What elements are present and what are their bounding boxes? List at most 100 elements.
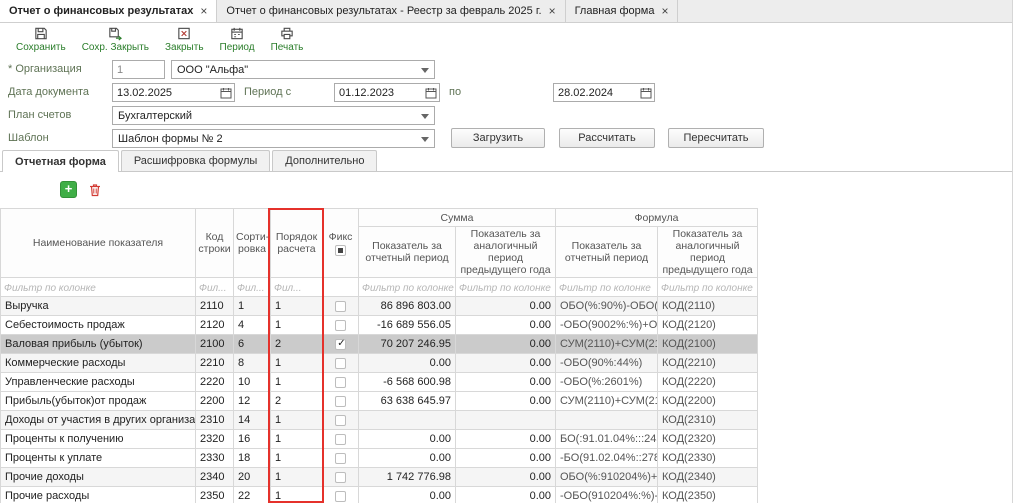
cell-f2[interactable]: КОД(2340): [658, 468, 758, 487]
cell-sort[interactable]: 14: [234, 411, 271, 430]
cell-fix[interactable]: [323, 411, 359, 430]
cell-name[interactable]: Себестоимость продаж: [1, 316, 196, 335]
fix-checkbox[interactable]: [335, 377, 346, 388]
cell-f2[interactable]: КОД(2110): [658, 297, 758, 316]
cell-sum2[interactable]: 0.00: [456, 430, 556, 449]
cell-name[interactable]: Выручка: [1, 297, 196, 316]
window-tab-registry[interactable]: Отчет о финансовых результатах - Реестр …: [217, 0, 565, 22]
doc-date-calendar-button[interactable]: [217, 84, 234, 101]
cell-name[interactable]: Проценты к уплате: [1, 449, 196, 468]
cell-name[interactable]: Прочие доходы: [1, 468, 196, 487]
chart-of-accounts-select[interactable]: Бухгалтерский: [112, 106, 435, 125]
cell-sort[interactable]: 4: [234, 316, 271, 335]
cell-f2[interactable]: КОД(2320): [658, 430, 758, 449]
cell-name[interactable]: Валовая прибыль (убыток): [1, 335, 196, 354]
period-to-field[interactable]: [553, 83, 655, 102]
fix-header-checkbox[interactable]: [335, 245, 346, 256]
table-row[interactable]: Прочие доходы23402011 742 776.980.00ОБО(…: [1, 468, 758, 487]
cell-sum1[interactable]: 0.00: [359, 430, 456, 449]
cell-fix[interactable]: [323, 354, 359, 373]
cell-order[interactable]: 1: [271, 430, 323, 449]
tab-close-icon[interactable]: ×: [661, 5, 668, 17]
period-from-calendar-button[interactable]: [422, 84, 439, 101]
cell-fix[interactable]: [323, 373, 359, 392]
cell-sort[interactable]: 10: [234, 373, 271, 392]
tab-additional[interactable]: Дополнительно: [272, 150, 377, 171]
cell-f2[interactable]: КОД(2220): [658, 373, 758, 392]
cell-fix[interactable]: [323, 449, 359, 468]
cell-order[interactable]: 1: [271, 354, 323, 373]
tab-close-icon[interactable]: ×: [200, 5, 207, 17]
fix-checkbox[interactable]: [335, 415, 346, 426]
cell-fix[interactable]: [323, 335, 359, 354]
cell-order[interactable]: 1: [271, 468, 323, 487]
fix-checkbox[interactable]: [335, 396, 346, 407]
tab-close-icon[interactable]: ×: [549, 5, 556, 17]
cell-sum1[interactable]: 0.00: [359, 449, 456, 468]
filter-cell-sum-report[interactable]: Фильтр по колонке: [359, 278, 456, 297]
table-row[interactable]: Управленческие расходы2220101-6 568 600.…: [1, 373, 758, 392]
cell-sum2[interactable]: 0.00: [456, 354, 556, 373]
col-header-name[interactable]: Наименование показателя: [1, 209, 196, 278]
cell-f2[interactable]: КОД(2350): [658, 487, 758, 503]
cell-sum2[interactable]: 0.00: [456, 487, 556, 503]
cell-sort[interactable]: 16: [234, 430, 271, 449]
cell-code[interactable]: 2310: [196, 411, 234, 430]
chevron-down-icon[interactable]: [421, 68, 429, 73]
filter-cell-sort[interactable]: Фил...: [234, 278, 271, 297]
add-row-button[interactable]: +: [60, 181, 77, 198]
cell-sort[interactable]: 1: [234, 297, 271, 316]
cell-f2[interactable]: КОД(2200): [658, 392, 758, 411]
cell-order[interactable]: 1: [271, 411, 323, 430]
col-header-calc-order[interactable]: Порядок расчета: [271, 209, 323, 278]
cell-sort[interactable]: 20: [234, 468, 271, 487]
fix-checkbox[interactable]: [335, 472, 346, 483]
cell-f1[interactable]: СУМ(2110)+СУМ(21...: [556, 392, 658, 411]
col-header-formula-prev-period[interactable]: Показатель за аналогичный период предыду…: [658, 227, 758, 278]
cell-sum1[interactable]: 70 207 246.95: [359, 335, 456, 354]
cell-order[interactable]: 1: [271, 487, 323, 503]
cell-f1[interactable]: СУМ(2110)+СУМ(21...: [556, 335, 658, 354]
tab-report-form[interactable]: Отчетная форма: [2, 150, 119, 172]
table-row[interactable]: Доходы от участия в других организаци...…: [1, 411, 758, 430]
cell-sum2[interactable]: [456, 411, 556, 430]
cell-f2[interactable]: КОД(2330): [658, 449, 758, 468]
cell-order[interactable]: 2: [271, 392, 323, 411]
window-tab-main-form[interactable]: Главная форма ×: [566, 0, 679, 22]
filter-cell-formula-prev[interactable]: Фильтр по колонке: [658, 278, 758, 297]
cell-fix[interactable]: [323, 468, 359, 487]
cell-name[interactable]: Прочие расходы: [1, 487, 196, 503]
cell-name[interactable]: Коммерческие расходы: [1, 354, 196, 373]
period-to-calendar-button[interactable]: [637, 84, 654, 101]
cell-f1[interactable]: БО(:91.01.04%:::245...: [556, 430, 658, 449]
cell-f2[interactable]: КОД(2120): [658, 316, 758, 335]
col-header-sum-report-period[interactable]: Показатель за отчетный период: [359, 227, 456, 278]
cell-sum1[interactable]: [359, 411, 456, 430]
filter-cell-fix[interactable]: [323, 278, 359, 297]
fix-checkbox[interactable]: [335, 453, 346, 464]
cell-sum2[interactable]: 0.00: [456, 316, 556, 335]
fix-checkbox[interactable]: [335, 320, 346, 331]
period-from-field[interactable]: [334, 83, 440, 102]
cell-sum1[interactable]: -6 568 600.98: [359, 373, 456, 392]
cell-code[interactable]: 2330: [196, 449, 234, 468]
fix-checkbox[interactable]: [335, 301, 346, 312]
cell-code[interactable]: 2340: [196, 468, 234, 487]
cell-fix[interactable]: [323, 297, 359, 316]
cell-code[interactable]: 2210: [196, 354, 234, 373]
cell-sum2[interactable]: 0.00: [456, 468, 556, 487]
cell-fix[interactable]: [323, 316, 359, 335]
cell-name[interactable]: Доходы от участия в других организаци...: [1, 411, 196, 430]
cell-fix[interactable]: [323, 487, 359, 503]
col-header-formula-report-period[interactable]: Показатель за отчетный период: [556, 227, 658, 278]
cell-order[interactable]: 2: [271, 335, 323, 354]
cell-sum2[interactable]: 0.00: [456, 392, 556, 411]
table-row[interactable]: Себестоимость продаж212041-16 689 556.05…: [1, 316, 758, 335]
cell-sort[interactable]: 8: [234, 354, 271, 373]
table-row[interactable]: Выручка21101186 896 803.000.00ОБО(%:90%)…: [1, 297, 758, 316]
table-row[interactable]: Проценты к получению23201610.000.00БО(:9…: [1, 430, 758, 449]
cell-order[interactable]: 1: [271, 316, 323, 335]
fix-checkbox-checked[interactable]: [335, 339, 346, 350]
cell-code[interactable]: 2320: [196, 430, 234, 449]
cell-order[interactable]: 1: [271, 449, 323, 468]
